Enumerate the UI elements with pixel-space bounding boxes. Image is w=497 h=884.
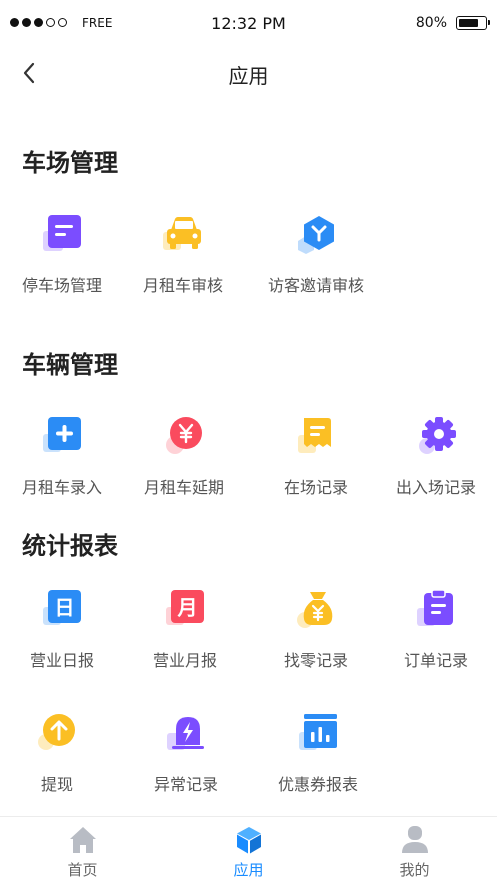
- app-change-records[interactable]: 找零记录: [254, 589, 378, 679]
- section-title-parking-lot: 车场管理: [22, 149, 118, 177]
- tab-label: 我的: [399, 861, 430, 879]
- app-label: 月租车延期: [143, 478, 224, 497]
- app-label: 月租车审核: [142, 276, 223, 295]
- tab-home[interactable]: 首页: [0, 817, 165, 884]
- app-label: 月租车录入: [21, 478, 102, 497]
- app-label: 订单记录: [403, 651, 468, 670]
- user-icon: [402, 826, 428, 853]
- section-title-statistics: 统计报表: [22, 532, 118, 560]
- app-visitor-invite-review[interactable]: 访客邀请审核: [254, 214, 378, 304]
- alarm-icon: [167, 717, 204, 750]
- app-exception-records[interactable]: 异常记录: [124, 713, 248, 803]
- status-bar: FREE 12:32 PM 80%: [0, 0, 497, 48]
- page-title: 应用: [228, 64, 269, 88]
- clipboard-icon: [417, 589, 453, 626]
- app-monthly-car-review[interactable]: 月租车审核: [121, 214, 245, 304]
- app-label: 优惠券报表: [277, 775, 358, 794]
- tab-apps[interactable]: 应用: [166, 817, 331, 884]
- app-label: 访客邀请审核: [267, 276, 364, 295]
- home-icon: [70, 827, 96, 853]
- app-order-records[interactable]: 订单记录: [374, 589, 497, 679]
- app-label: 营业月报: [152, 651, 217, 670]
- gear-icon: [419, 417, 456, 454]
- cube-icon: [237, 827, 261, 854]
- money-bag-icon: [297, 592, 333, 628]
- app-label: 营业日报: [29, 651, 94, 670]
- tab-mine[interactable]: 我的: [332, 817, 497, 884]
- app-coupon-report[interactable]: 优惠券报表: [256, 713, 380, 803]
- app-label: 找零记录: [283, 651, 348, 670]
- app-parking-lot-management[interactable]: 停车场管理: [0, 214, 124, 304]
- visitor-hexagon-icon: [298, 216, 334, 254]
- car-icon: [163, 217, 201, 250]
- app-on-site-records[interactable]: 在场记录: [254, 416, 378, 506]
- app-label: 异常记录: [153, 775, 218, 794]
- app-label: 在场记录: [283, 478, 348, 497]
- tab-label: 应用: [233, 861, 264, 879]
- record-icon: [298, 418, 331, 453]
- daily-report-icon: 日: [43, 590, 81, 625]
- section-title-vehicle: 车辆管理: [22, 351, 118, 379]
- app-monthly-car-extension[interactable]: 月租车延期: [122, 416, 246, 506]
- app-daily-business-report[interactable]: 日 营业日报: [0, 589, 124, 679]
- battery-percent: 80%: [415, 15, 447, 31]
- app-monthly-business-report[interactable]: 月 营业月报: [123, 589, 247, 679]
- app-label: 出入场记录: [395, 478, 476, 497]
- coupon-chart-icon: [299, 714, 337, 750]
- app-withdraw[interactable]: 提现: [0, 713, 119, 803]
- yen-icon: [166, 417, 202, 454]
- app-entry-exit-records[interactable]: 出入场记录: [374, 416, 497, 506]
- app-label: 停车场管理: [21, 276, 102, 295]
- withdraw-arrow-icon: [38, 714, 75, 750]
- app-monthly-car-entry[interactable]: 月租车录入: [0, 416, 124, 506]
- monthly-report-glyph: 月: [177, 596, 198, 620]
- battery-icon: [456, 16, 490, 30]
- monthly-report-icon: 月: [166, 590, 204, 625]
- document-icon: [43, 215, 81, 251]
- app-label: 提现: [40, 775, 73, 794]
- tab-label: 首页: [67, 861, 98, 879]
- plus-icon: [43, 417, 81, 452]
- bottom-tab-bar: 首页 应用 我的: [0, 816, 497, 884]
- daily-report-glyph: 日: [55, 596, 75, 620]
